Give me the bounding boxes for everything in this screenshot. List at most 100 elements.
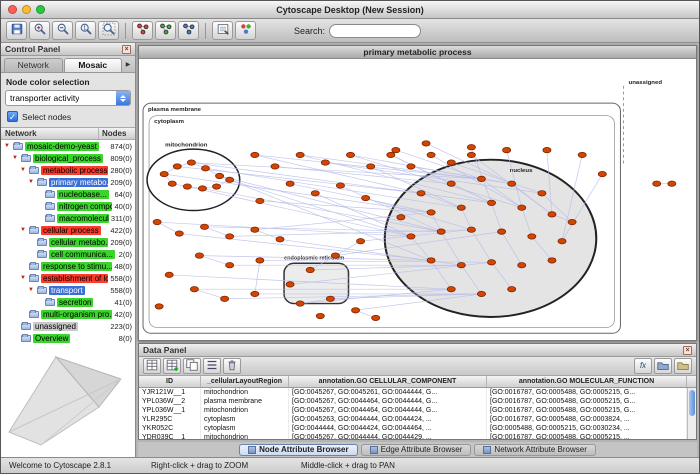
table-icon xyxy=(370,446,378,454)
expander-icon[interactable]: ▼ xyxy=(20,224,27,236)
copy-attribute-button[interactable] xyxy=(183,358,201,374)
table-cell: [GO:0016787, GO:0005488, GO:0005215, G..… xyxy=(487,406,687,415)
table-row[interactable]: YPL036W__2plasma membrane[GO:0045267, GO… xyxy=(139,397,696,406)
zoom-window-button[interactable] xyxy=(36,5,45,14)
column-header[interactable]: _cellularLayoutRegion xyxy=(201,376,289,387)
search-input[interactable] xyxy=(329,24,421,38)
create-attribute-button[interactable] xyxy=(163,358,181,374)
table-row[interactable]: YLR295Ccytoplasm[GO:0045263, GO:0044444,… xyxy=(139,415,696,424)
column-header[interactable]: annotation.GO CELLULAR_COMPONENT xyxy=(289,376,487,387)
tree-row-transport[interactable]: ▼transport558(0) xyxy=(1,284,135,296)
delete-attribute-button[interactable] xyxy=(223,358,241,374)
function-builder-button[interactable]: fx xyxy=(634,358,652,374)
node-count: 809(0) xyxy=(110,154,132,163)
node-color-dropdown[interactable]: transporter activity xyxy=(5,90,131,106)
node-count: 558(0) xyxy=(110,274,132,283)
select-nodes-checkbox[interactable]: ✓ xyxy=(7,111,18,122)
column-header[interactable]: ID xyxy=(139,376,201,387)
table-cell: [GO:0016787, GO:0005488, GO:0003824, ... xyxy=(487,415,687,424)
expander-icon[interactable]: ▼ xyxy=(28,176,35,188)
import-network-button[interactable] xyxy=(212,21,233,40)
table-row[interactable]: YJR121W__1mitochondrion[GO:0045267, GO:0… xyxy=(139,388,696,397)
tree-row-mosaic-demo-yeast[interactable]: ▼mosaic-demo-yeast874(0) xyxy=(1,140,135,152)
node-count: 209(0) xyxy=(110,178,132,187)
control-panel: Control Panel × Network Mosaic ▶ Node co… xyxy=(1,43,136,457)
attribute-list-button[interactable] xyxy=(203,358,221,374)
tree-label: cellular metabo... xyxy=(49,238,108,247)
window-title: Cytoscape Desktop (New Session) xyxy=(1,5,699,15)
tree-column-headers: Network Nodes xyxy=(1,127,135,140)
import-attributes-button[interactable] xyxy=(654,358,672,374)
tab-mosaic[interactable]: Mosaic xyxy=(64,58,123,72)
scrollbar-thumb[interactable] xyxy=(689,390,695,416)
folder-icon xyxy=(37,287,47,294)
title-bar[interactable]: Cytoscape Desktop (New Session) xyxy=(1,1,699,19)
window-controls xyxy=(1,5,45,14)
tree-row-response-to-stimu[interactable]: response to stimu...48(0) xyxy=(1,260,135,272)
tab-scroll-right-icon[interactable]: ▶ xyxy=(123,58,133,72)
network-window-title[interactable]: primary metabolic process xyxy=(139,46,696,59)
minimize-button[interactable] xyxy=(22,5,31,14)
control-panel-header: Control Panel × xyxy=(1,43,135,56)
tree-row-primary-metabo[interactable]: ▼primary metabo...209(0) xyxy=(1,176,135,188)
tree-row-nucleobase[interactable]: nucleobase...64(0) xyxy=(1,188,135,200)
data-panel-header: Data Panel × xyxy=(139,344,696,357)
tree-row-cellular-metabo[interactable]: cellular metabo...209(0) xyxy=(1,236,135,248)
import-network-icon xyxy=(216,22,230,39)
tab-network[interactable]: Network xyxy=(4,58,63,72)
tree-row-cell-communica[interactable]: cell communica...2(0) xyxy=(1,248,135,260)
expander-icon[interactable]: ▼ xyxy=(4,140,11,152)
expander-icon[interactable]: ▼ xyxy=(12,152,19,164)
table-cell: [GO:0045267, GO:0044464, GO:0044444, G..… xyxy=(289,397,487,406)
node-count: 2(0) xyxy=(119,250,132,259)
tab-label: Node Attribute Browser xyxy=(259,445,349,455)
table-cell: YKR052C xyxy=(139,424,201,433)
tree-row-biological-process[interactable]: ▼biological_process809(0) xyxy=(1,152,135,164)
tree-row-establishment-of-lo[interactable]: ▼establishment of lo...558(0) xyxy=(1,272,135,284)
create-attribute-icon xyxy=(165,358,179,375)
table-cell: [GO:0045267, GO:0045261, GO:0044444, G..… xyxy=(289,388,487,397)
close-button[interactable] xyxy=(8,5,17,14)
zoom-fit-button[interactable] xyxy=(98,21,119,40)
tree-row-nitrogen-compo[interactable]: nitrogen compo...40(0) xyxy=(1,200,135,212)
table-row[interactable]: YDR039C__1mitochondrion[GO:0045267, GO:0… xyxy=(139,433,696,439)
control-panel-close-icon[interactable]: × xyxy=(122,45,131,54)
vizmapper-icon xyxy=(239,22,253,39)
table-cell: plasma membrane xyxy=(201,397,289,406)
tab-network-attribute-browser[interactable]: Network Attribute Browser xyxy=(474,444,595,456)
svg-text:fx: fx xyxy=(640,361,647,370)
status-bar: Welcome to Cytoscape 2.8.1 Right-click +… xyxy=(1,457,699,473)
hide-selected-button[interactable] xyxy=(132,21,153,40)
save-icon xyxy=(10,22,24,39)
show-all-button[interactable] xyxy=(155,21,176,40)
column-nodes[interactable]: Nodes xyxy=(99,128,135,139)
new-network-from-selection-button[interactable] xyxy=(178,21,199,40)
network-canvas[interactable]: plasma membranecytoplasmmitochondrionnuc… xyxy=(139,59,696,340)
column-network[interactable]: Network xyxy=(1,128,99,139)
save-button[interactable] xyxy=(6,21,27,40)
tree-row-macromolecule[interactable]: macromolecule...311(0) xyxy=(1,212,135,224)
tree-row-secretion[interactable]: secretion41(0) xyxy=(1,296,135,308)
zoom-actual-button[interactable]: 1 xyxy=(75,21,96,40)
table-scrollbar[interactable] xyxy=(687,388,696,439)
zoom-out-button[interactable] xyxy=(52,21,73,40)
tree-row-multi-organism-pro[interactable]: multi-organism pro...42(0) xyxy=(1,308,135,320)
table-row[interactable]: YPL036W__1mitochondrion[GO:0045267, GO:0… xyxy=(139,406,696,415)
data-panel-close-icon[interactable]: × xyxy=(683,346,692,355)
column-header[interactable]: annotation.GO MOLECULAR_FUNCTION xyxy=(487,376,687,387)
tree-row-cellular-process[interactable]: ▼cellular process422(0) xyxy=(1,224,135,236)
expander-icon[interactable]: ▼ xyxy=(20,272,27,284)
zoom-in-button[interactable] xyxy=(29,21,50,40)
table-row[interactable]: YKR052Ccytoplasm[GO:0044444, GO:0044424,… xyxy=(139,424,696,433)
tree-label: unassigned xyxy=(33,322,78,331)
select-attributes-button[interactable] xyxy=(143,358,161,374)
hide-selected-icon xyxy=(136,22,150,39)
tree-row-unassigned[interactable]: unassigned223(0) xyxy=(1,320,135,332)
expander-icon[interactable]: ▼ xyxy=(20,164,27,176)
tab-node-attribute-browser[interactable]: Node Attribute Browser xyxy=(239,444,358,456)
open-attributes-button[interactable] xyxy=(674,358,692,374)
tab-edge-attribute-browser[interactable]: Edge Attribute Browser xyxy=(361,444,472,456)
tree-row-metabolic-process[interactable]: ▼metabolic process280(0) xyxy=(1,164,135,176)
vizmapper-button[interactable] xyxy=(235,21,256,40)
expander-icon[interactable]: ▼ xyxy=(28,284,35,296)
